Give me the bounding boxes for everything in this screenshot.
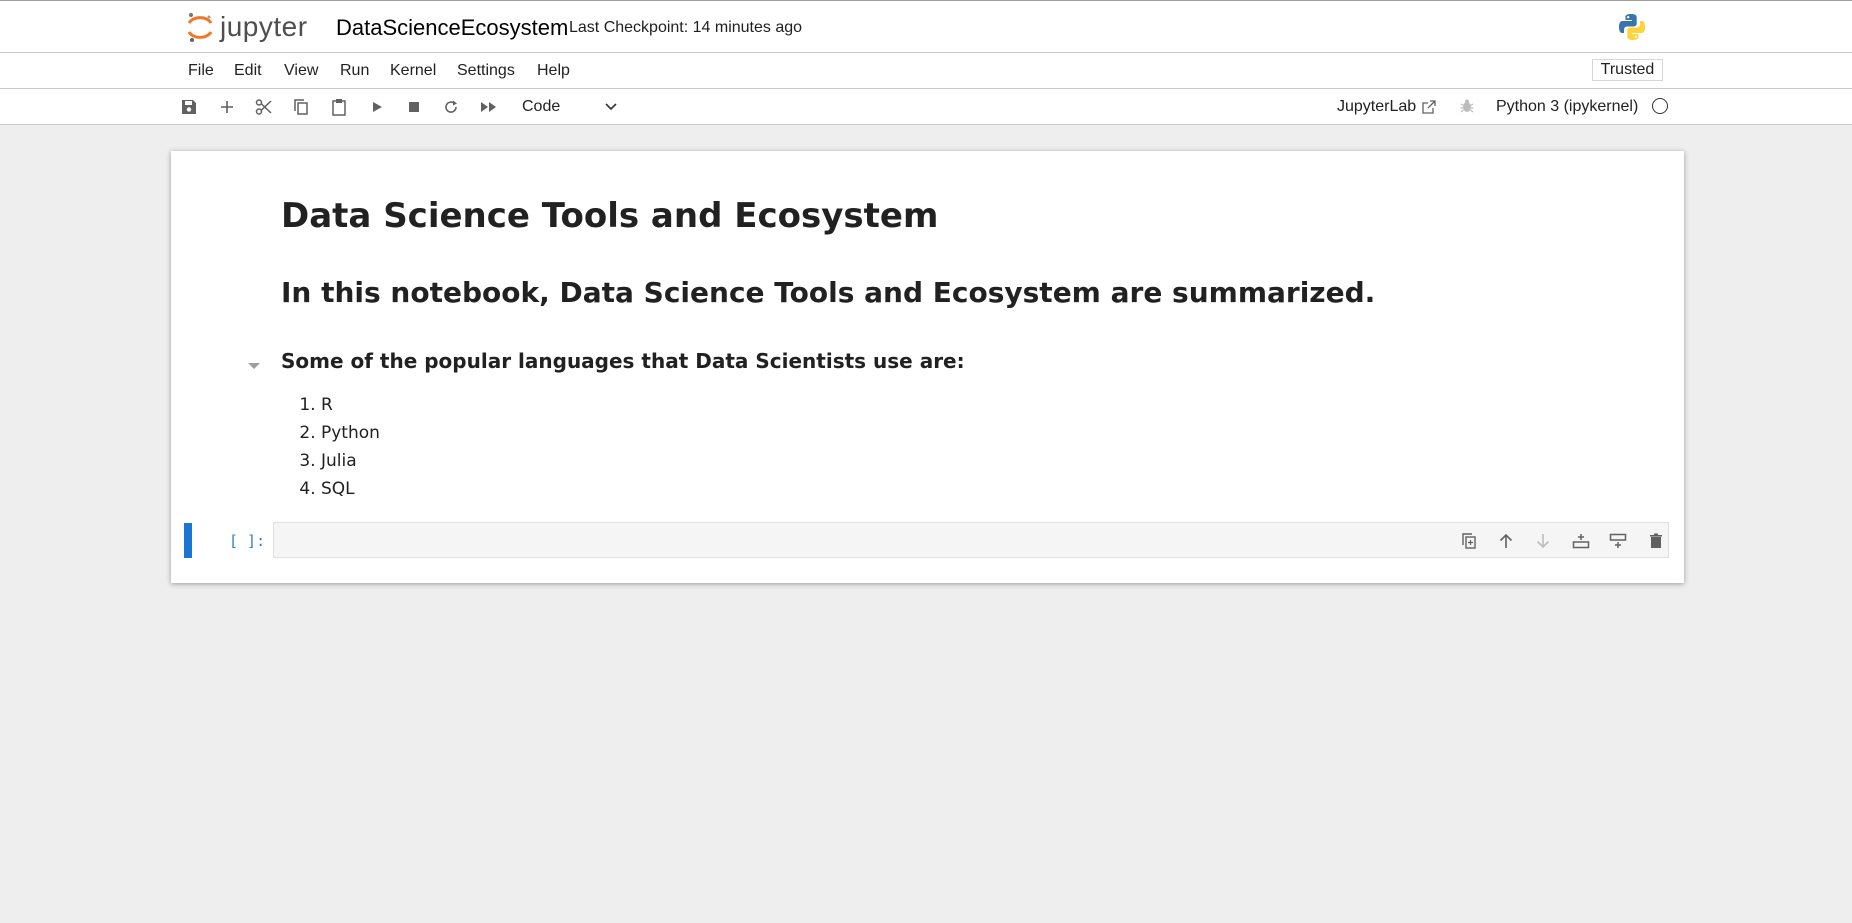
paste-icon[interactable] [328,97,350,117]
trusted-indicator[interactable]: Trusted [1592,59,1663,81]
add-cell-icon[interactable] [216,97,238,117]
menu-run[interactable]: Run [340,62,369,80]
code-cell-input[interactable] [273,522,1669,558]
jupyter-logo-text: jupyter [220,11,308,42]
python-logo-icon [1617,12,1647,47]
run-all-icon[interactable] [478,97,500,117]
delete-cell-icon[interactable] [1645,531,1667,551]
menu-file[interactable]: File [188,62,214,80]
restart-icon[interactable] [440,97,462,117]
list-item: R [321,391,380,419]
debugger-icon[interactable] [1459,98,1475,119]
notebook-toolbar: Code JupyterLab Python 3 (ipykernel) [0,89,1852,125]
run-icon[interactable] [366,97,388,117]
active-cell-indicator [184,523,192,558]
menu-edit[interactable]: Edit [234,62,262,80]
move-up-icon[interactable] [1495,531,1517,551]
languages-list: R Python Julia SQL [297,391,380,503]
copy-icon[interactable] [290,97,312,117]
heading-3: Some of the popular languages that Data … [281,349,965,373]
kernel-name[interactable]: Python 3 (ipykernel) [1496,98,1638,116]
checkpoint-status: Last Checkpoint: 14 minutes ago [569,19,803,36]
menu-kernel[interactable]: Kernel [390,62,436,80]
cell-type-select[interactable]: Code [514,94,622,119]
menu-settings[interactable]: Settings [457,62,515,80]
heading-1: Data Science Tools and Ecosystem [281,196,939,236]
list-item: SQL [321,475,380,503]
cut-icon[interactable] [253,97,275,117]
collapse-heading-icon[interactable] [247,358,261,376]
notebook-panel: Data Science Tools and Ecosystem In this… [171,151,1684,583]
input-prompt: [ ]: [229,532,266,550]
insert-below-icon[interactable] [1607,531,1629,551]
menu-help[interactable]: Help [537,62,570,80]
jupyterlab-label: JupyterLab [1337,98,1417,115]
insert-above-icon[interactable] [1570,531,1592,551]
jupyter-logo[interactable]: jupyter [186,10,308,44]
notebook-title[interactable]: DataScienceEcosystem [336,15,568,41]
heading-2: In this notebook, Data Science Tools and… [281,276,1376,309]
cell-type-value: Code [522,98,561,115]
duplicate-cell-icon[interactable] [1458,531,1480,551]
top-header: jupyter DataScienceEcosystem Last Checkp… [0,0,1852,53]
save-icon[interactable] [178,97,200,117]
jupyter-logo-icon [187,13,213,42]
list-item: Python [321,419,380,447]
move-down-icon[interactable] [1532,531,1554,551]
list-item: Julia [321,447,380,475]
open-jupyterlab-link[interactable]: JupyterLab [1337,98,1437,116]
external-link-icon [1422,100,1436,114]
menu-bar: File Edit View Run Kernel Settings Help … [0,53,1852,89]
stop-icon[interactable] [403,97,425,117]
chevron-down-icon [605,103,617,111]
menu-view[interactable]: View [284,62,318,80]
kernel-status-icon [1652,98,1668,114]
